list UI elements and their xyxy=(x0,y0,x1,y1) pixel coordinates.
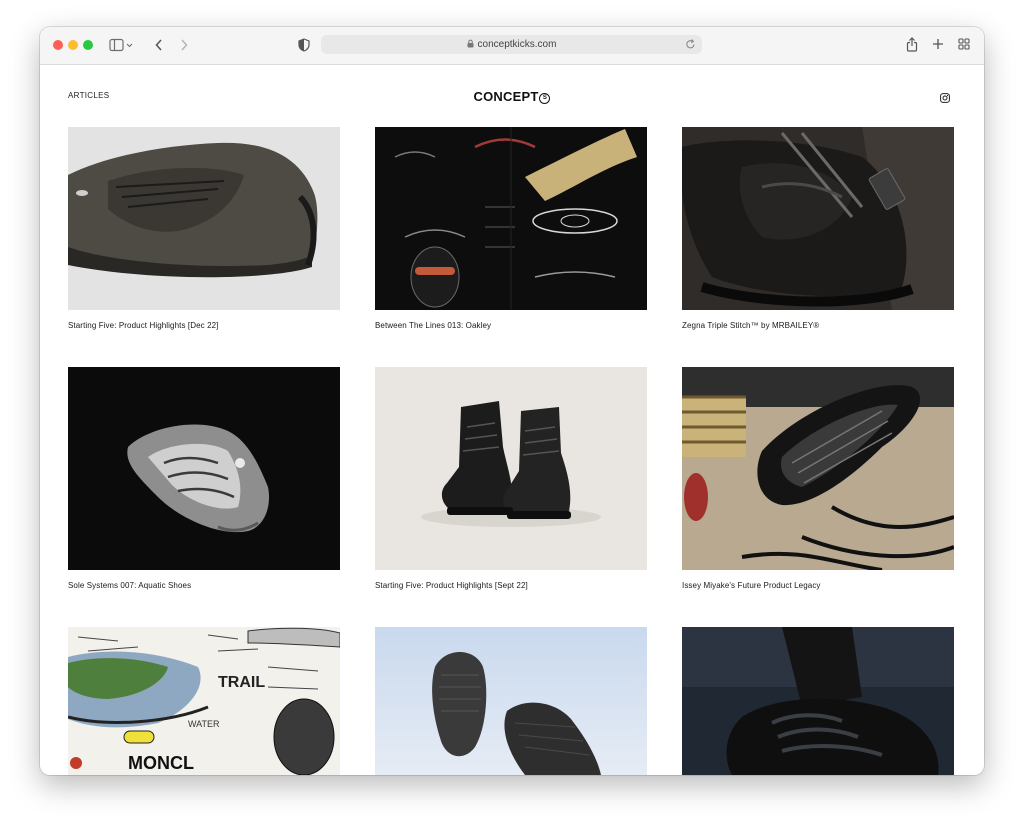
minimize-window-button[interactable] xyxy=(68,40,78,50)
article-thumbnail[interactable] xyxy=(682,627,954,775)
svg-text:TRAIL: TRAIL xyxy=(218,674,265,691)
url-text: conceptkicks.com xyxy=(477,39,557,50)
chevron-right-icon[interactable] xyxy=(179,38,189,52)
web-page: ARTICLES CONCEPT S Starting Five: Produc… xyxy=(40,65,984,775)
site-logo[interactable]: CONCEPT S xyxy=(40,89,984,104)
browser-window: conceptkicks.com ARTICLES CONCEPT S Star… xyxy=(40,27,984,775)
article-card[interactable]: Starting Five: Product Highlights [Sept … xyxy=(375,367,647,590)
article-thumbnail[interactable] xyxy=(682,367,954,570)
article-card[interactable]: Starting Five: Product Highlights [Dec 2… xyxy=(68,127,340,330)
sidebar-icon[interactable] xyxy=(109,38,133,52)
article-title[interactable]: Starting Five: Product Highlights [Sept … xyxy=(375,581,647,590)
article-thumbnail[interactable] xyxy=(68,127,340,310)
article-thumbnail[interactable] xyxy=(375,627,647,775)
article-thumbnail[interactable] xyxy=(375,127,647,310)
article-card[interactable] xyxy=(682,627,954,775)
article-thumbnail[interactable]: TRAIL WATER MONCL xyxy=(68,627,340,775)
article-title[interactable]: Starting Five: Product Highlights [Dec 2… xyxy=(68,321,340,330)
article-thumbnail[interactable] xyxy=(375,367,647,570)
brand-text: CONCEPT xyxy=(473,89,539,104)
article-title[interactable]: Issey Miyake's Future Product Legacy xyxy=(682,581,954,590)
article-card[interactable]: Zegna Triple Stitch™ by MRBAILEY® xyxy=(682,127,954,330)
article-thumbnail[interactable] xyxy=(68,367,340,570)
share-icon[interactable] xyxy=(906,37,918,52)
plus-icon[interactable] xyxy=(932,38,944,50)
reload-icon[interactable] xyxy=(685,38,696,53)
zoom-window-button[interactable] xyxy=(83,40,93,50)
article-card[interactable]: Between The Lines 013: Oakley xyxy=(375,127,647,330)
svg-text:WATER: WATER xyxy=(188,719,220,729)
article-thumbnail[interactable] xyxy=(682,127,954,310)
article-title[interactable]: Between The Lines 013: Oakley xyxy=(375,321,647,330)
article-card[interactable]: Sole Systems 007: Aquatic Shoes xyxy=(68,367,340,590)
close-window-button[interactable] xyxy=(53,40,63,50)
chevron-left-icon[interactable] xyxy=(154,38,164,52)
grid-icon[interactable] xyxy=(958,38,970,50)
brand-mark: S xyxy=(539,93,551,104)
lock-icon xyxy=(467,39,474,51)
shield-icon[interactable] xyxy=(298,38,310,52)
article-title[interactable]: Sole Systems 007: Aquatic Shoes xyxy=(68,581,340,590)
svg-text:MONCL: MONCL xyxy=(128,753,194,773)
instagram-icon[interactable] xyxy=(940,90,950,108)
article-title[interactable]: Zegna Triple Stitch™ by MRBAILEY® xyxy=(682,321,954,330)
article-card[interactable] xyxy=(375,627,647,775)
address-bar[interactable]: conceptkicks.com xyxy=(321,35,702,54)
article-card[interactable]: Issey Miyake's Future Product Legacy xyxy=(682,367,954,590)
browser-toolbar: conceptkicks.com xyxy=(40,27,984,65)
article-card[interactable]: TRAIL WATER MONCL xyxy=(68,627,340,775)
